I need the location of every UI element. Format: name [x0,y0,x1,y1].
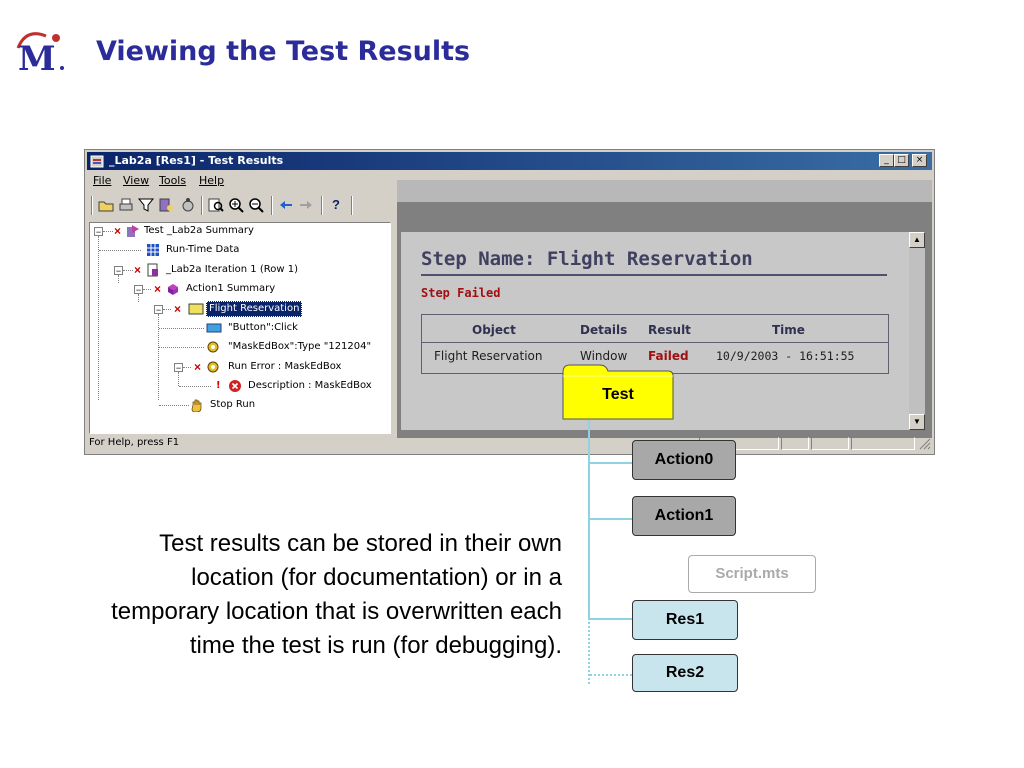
tree-item-flight-reservation[interactable]: Flight Reservation [206,301,303,317]
action-summary-icon [166,282,180,296]
failed-x-icon: × [114,224,122,238]
open-folder-icon[interactable] [97,196,115,214]
folder-label: Test [602,386,634,403]
status-panel [851,437,915,450]
help-icon[interactable]: ? [327,196,345,214]
connector-res2 [590,674,632,676]
window-title: _Lab2a [Res1] - Test Results [109,154,284,167]
test-folder-icon: Test [562,362,674,420]
forward-arrow-icon[interactable] [297,196,315,214]
menu-help[interactable]: Help [199,174,224,187]
vertical-scrollbar[interactable]: ▲ ▼ [909,232,925,430]
zoom-in-icon[interactable] [227,196,245,214]
close-button[interactable]: × [912,154,927,167]
tree-item-maskedbox-type[interactable]: "MaskEdBox":Type "121204" [228,340,371,354]
tree-item-iteration[interactable]: _Lab2a Iteration 1 (Row 1) [166,263,298,277]
tree-item-stop-run[interactable]: Stop Run [210,398,255,412]
results-tree: − × Test _Lab2a Summary Run-Time Data − … [89,222,391,434]
iteration-doc-icon [146,263,160,277]
print-icon[interactable] [117,196,135,214]
test-results-app-icon [90,153,106,169]
heading-divider [421,274,887,276]
test-summary-icon [126,224,140,238]
menu-file[interactable]: File [93,174,111,187]
cell-details: Window [580,349,628,363]
connector-action1 [588,518,632,520]
toolbar: ? [89,193,391,218]
scroll-up-icon[interactable]: ▲ [909,232,925,248]
gear-error-icon [206,360,220,374]
slide-title: Viewing the Test Results [96,36,471,67]
menu-tools[interactable]: Tools [159,174,186,187]
button-step-icon [206,321,222,335]
status-bar: For Help, press F1 [87,436,932,452]
failed-x-icon: × [154,282,162,296]
column-header-object: Object [472,323,516,337]
tree-item-action1-summary[interactable]: Action1 Summary [186,282,275,296]
script-mts-box: Script.mts [688,555,816,593]
bug-icon[interactable] [179,196,197,214]
tree-item-runtime-data[interactable]: Run-Time Data [166,243,239,257]
collapse-action-toggle[interactable]: − [134,285,143,295]
failed-x-icon: × [194,360,202,374]
stop-hand-icon [190,398,204,413]
res2-box: Res2 [632,654,738,692]
collapse-step-toggle[interactable]: − [154,305,163,315]
column-header-details: Details [580,323,628,337]
table-header-divider [422,342,888,343]
res1-box: Res1 [632,600,738,640]
connector-res1 [588,618,632,620]
status-panel [781,437,809,450]
failed-x-icon: × [134,263,142,277]
gear-step-icon [206,340,220,354]
warning-exclamation-icon: ! [216,380,221,391]
window-titlebar[interactable]: _Lab2a [Res1] - Test Results _ □ × [87,152,932,170]
test-results-window: _Lab2a [Res1] - Test Results _ □ × File … [84,149,935,455]
filter-icon[interactable] [137,196,155,214]
step-status-text: Step Failed [421,286,501,300]
find-icon[interactable] [207,196,225,214]
tree-item-button-click[interactable]: "Button":Click [228,321,298,335]
connector-action0 [588,462,632,464]
menu-view[interactable]: View [123,174,149,187]
tree-item-description[interactable]: Description : MaskEdBox [248,379,372,393]
details-header-strip [397,180,932,202]
cell-result: Failed [648,349,689,363]
cell-object: Flight Reservation [434,349,543,363]
explanation-text: Test results can be stored in their own … [111,530,562,659]
scroll-down-icon[interactable]: ▼ [909,414,925,430]
cell-time: 10/9/2003 - 16:51:55 [716,349,855,363]
tree-item-test-summary[interactable]: Test _Lab2a Summary [144,224,254,238]
svg-text:M: M [18,39,56,79]
column-header-time: Time [772,323,805,337]
report-icon[interactable] [157,196,175,214]
minimize-button[interactable]: _ [879,154,894,167]
runtime-data-grid-icon [146,243,160,257]
collapse-root-toggle[interactable]: − [94,227,103,237]
collapse-iteration-toggle[interactable]: − [114,266,123,276]
tree-item-run-error[interactable]: Run Error : MaskEdBox [228,360,341,374]
resize-grip-icon[interactable] [919,437,931,450]
window-step-icon [188,302,204,316]
collapse-error-toggle[interactable]: − [174,363,183,373]
back-arrow-icon[interactable] [277,196,295,214]
status-panel [811,437,849,450]
company-logo: M [12,26,70,80]
column-header-result: Result [648,323,691,337]
failed-x-icon: × [174,302,182,316]
action0-box: Action0 [632,440,736,480]
maximize-button[interactable]: □ [894,154,909,167]
error-circle-icon [228,379,242,393]
step-name-heading: Step Name: Flight Reservation [421,248,753,270]
action1-box: Action1 [632,496,736,536]
status-text: For Help, press F1 [89,437,180,448]
zoom-out-icon[interactable] [247,196,265,214]
